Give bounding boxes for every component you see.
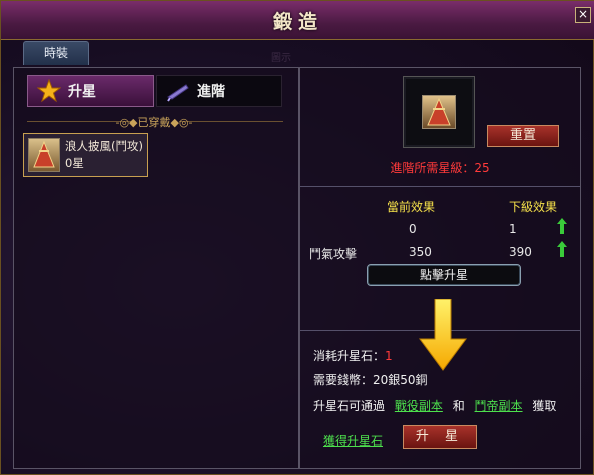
tab-fashion[interactable]: 時裝: [23, 41, 89, 65]
cost-stone-value: 1: [385, 349, 393, 363]
click-upgrade-button[interactable]: 點擊升星: [367, 264, 521, 286]
feather-icon: [165, 78, 191, 104]
col-current-header: 當前效果: [387, 200, 436, 214]
tab-advance[interactable]: 進階: [156, 75, 282, 107]
window-title: 鍛造: [272, 11, 323, 33]
link-emperor-dungeon[interactable]: 鬥帝副本: [475, 399, 523, 413]
tab-advance-label: 進階: [197, 84, 225, 100]
cloak-icon: [422, 95, 456, 129]
equipped-item[interactable]: 浪人披風(鬥攻) 0星: [23, 133, 148, 177]
arrow-up-icon: [557, 218, 567, 234]
background-ghost-text: 圖示: [271, 53, 291, 64]
link-battle-dungeon[interactable]: 戰役副本: [395, 399, 443, 413]
stone-source-line: 升星石可通過 戰役副本 和 鬥帝副本 獲取: [313, 397, 556, 414]
row2-label: 鬥氣攻擊: [309, 247, 358, 261]
requirement-value: 25: [474, 161, 490, 175]
item-stars: 0星: [65, 156, 84, 170]
upgrade-star-button[interactable]: 升 星: [403, 425, 477, 449]
get-stone-link[interactable]: 獲得升星石: [323, 432, 383, 449]
source-mid: 和: [452, 399, 465, 413]
cost-money-line: 需要錢幣：20銀50銅: [313, 371, 428, 388]
section-title-equipped: -◎◆已穿戴◆◎-: [115, 116, 193, 129]
row1-current: 0: [409, 222, 417, 236]
forge-window: 鍛造 × 時裝 圖示 升星 進階 -◎◆已穿戴◆◎- 浪人披風(鬥攻) 0星 重…: [0, 0, 594, 475]
tab-upgrade-star-label: 升星: [68, 84, 96, 100]
divider-top: [300, 186, 580, 187]
star-icon: [36, 78, 62, 104]
row2-next: 390: [509, 245, 532, 259]
close-button[interactable]: ×: [575, 7, 591, 23]
row1-next: 1: [509, 222, 517, 236]
cloak-icon: [28, 138, 60, 172]
source-suffix: 獲取: [532, 399, 557, 413]
col-next-header: 下級效果: [509, 200, 558, 214]
requirement-text: 進階所需星級：25: [299, 159, 581, 176]
selected-item-slot: [403, 76, 475, 148]
cost-stone-line: 消耗升星石：1: [313, 347, 393, 364]
cost-money-label: 需要錢幣：: [313, 373, 374, 387]
requirement-label: 進階所需星級：: [390, 161, 475, 175]
reset-button[interactable]: 重置: [487, 125, 559, 147]
cost-stone-label: 消耗升星石：: [313, 349, 386, 363]
row2-current: 350: [409, 245, 432, 259]
title-bar: 鍛造 ×: [1, 1, 594, 40]
arrow-up-icon: [557, 241, 567, 257]
item-name: 浪人披風(鬥攻): [65, 139, 143, 153]
arrow-down-icon: [419, 299, 467, 371]
tab-upgrade-star[interactable]: 升星: [27, 75, 154, 107]
cost-money-value: 20銀50銅: [373, 373, 428, 387]
source-prefix: 升星石可通過: [313, 399, 386, 413]
